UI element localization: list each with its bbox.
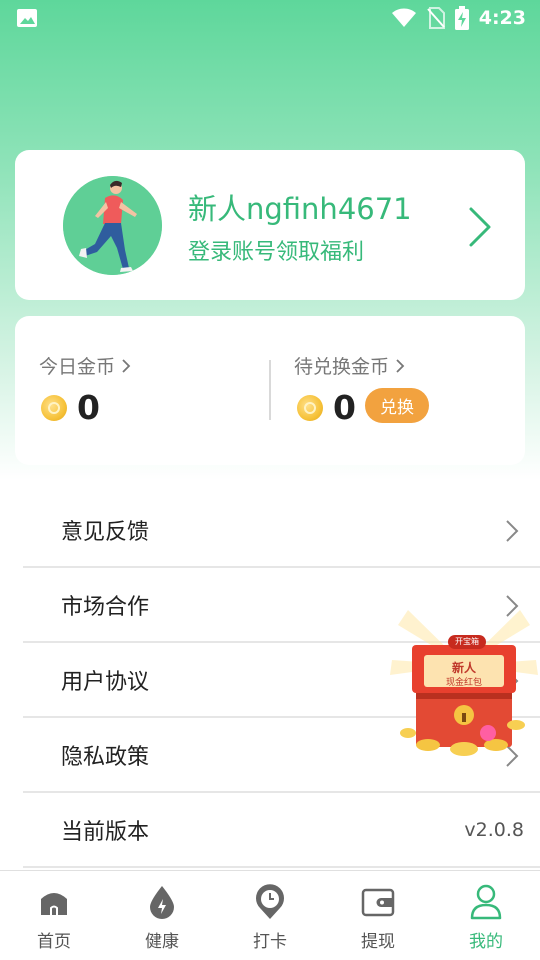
tab-label: 我的 <box>469 932 503 952</box>
coin-icon <box>41 394 67 421</box>
pending-coins-label: 待兑换金币 <box>294 356 390 378</box>
today-coins-value-row: 0 <box>41 388 100 427</box>
chevron-right-icon <box>122 358 131 373</box>
red-packet-title: 新人 <box>451 661 476 675</box>
coins-card: 今日金币 0 待兑换金币 0 兑换 <box>15 316 525 465</box>
red-packet-promo[interactable]: 开宝箱 新人 现金红包 <box>388 605 540 765</box>
menu-item-version: 当前版本 v2.0.8 <box>23 793 540 868</box>
wifi-icon <box>391 8 417 28</box>
profile-card[interactable]: 新人ngfinh4671 登录账号领取福利 <box>15 150 525 300</box>
red-packet-tag: 开宝箱 <box>455 637 479 646</box>
pending-coins-link[interactable]: 待兑换金币 <box>294 352 405 379</box>
person-icon <box>468 883 504 921</box>
menu-item-label: 隐私政策 <box>61 744 150 770</box>
status-bar: 4:23 <box>0 0 540 36</box>
coin-icon <box>297 394 323 421</box>
tab-health[interactable]: 健康 <box>108 871 216 960</box>
avatar <box>63 176 162 275</box>
menu-item-label: 用户协议 <box>61 669 150 695</box>
image-icon <box>16 8 38 28</box>
menu-item-label: 意见反馈 <box>61 519 150 545</box>
water-drop-icon <box>144 883 180 921</box>
wallet-icon <box>360 883 396 921</box>
red-packet-subtitle: 现金红包 <box>445 678 482 688</box>
menu-item-feedback[interactable]: 意见反馈 <box>23 493 540 568</box>
status-time: 4:23 <box>478 7 526 29</box>
tab-label: 提现 <box>361 932 395 952</box>
divider <box>269 360 271 420</box>
today-coins-link[interactable]: 今日金币 <box>39 352 131 379</box>
nickname: 新人ngfinh4671 <box>188 192 412 226</box>
tab-label: 健康 <box>145 932 179 952</box>
home-icon <box>36 883 72 921</box>
no-sim-icon <box>426 7 445 29</box>
pending-coins-value: 0 <box>333 388 356 427</box>
clock-pin-icon <box>252 883 288 921</box>
tab-checkin[interactable]: 打卡 <box>216 871 324 960</box>
tab-mine[interactable]: 我的 <box>432 871 540 960</box>
menu-item-label: 市场合作 <box>61 594 150 620</box>
bottom-nav: 首页 健康 打卡 提现 我的 <box>0 870 540 960</box>
tab-label: 打卡 <box>253 932 287 952</box>
today-coins-value: 0 <box>77 388 100 427</box>
battery-charging-icon <box>454 6 469 30</box>
chevron-right-icon <box>506 520 519 542</box>
exchange-button[interactable]: 兑换 <box>365 388 429 423</box>
chevron-right-icon <box>396 358 405 373</box>
tab-home[interactable]: 首页 <box>0 871 108 960</box>
tab-withdraw[interactable]: 提现 <box>324 871 432 960</box>
login-hint[interactable]: 登录账号领取福利 <box>188 234 364 266</box>
today-coins-label: 今日金币 <box>39 356 116 378</box>
tab-label: 首页 <box>37 932 71 952</box>
pending-coins-value-row: 0 <box>297 388 356 427</box>
menu-item-label: 当前版本 <box>61 819 150 845</box>
version-value: v2.0.8 <box>464 818 524 841</box>
chevron-right-icon[interactable] <box>465 205 495 249</box>
